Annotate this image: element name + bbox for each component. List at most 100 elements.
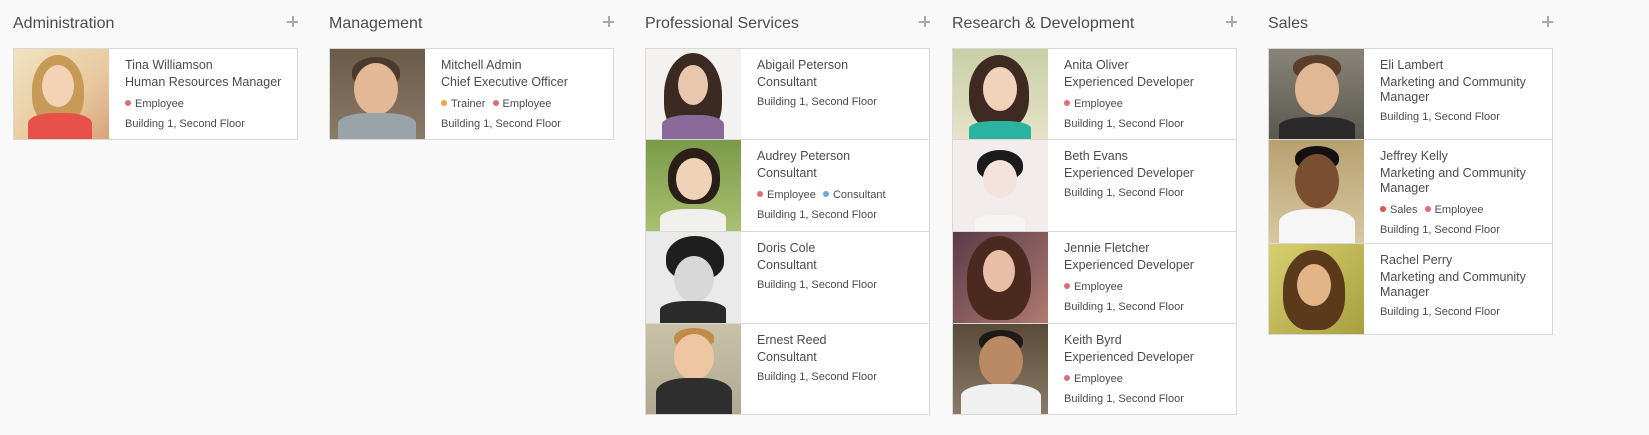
employee-tags: Employee bbox=[1064, 97, 1228, 111]
employee-info: Abigail Peterson Consultant Building 1, … bbox=[757, 57, 921, 109]
column-research-development: Research & Development Anita Oliver Expe… bbox=[952, 0, 1237, 415]
tag-dot bbox=[441, 100, 447, 106]
employee-info: Audrey Peterson Consultant Employee Cons… bbox=[757, 148, 921, 222]
tag-employee: Employee bbox=[1064, 280, 1123, 294]
column-title: Professional Services bbox=[645, 15, 799, 32]
column-header: Management bbox=[329, 0, 614, 48]
employee-card[interactable]: Tina Williamson Human Resources Manager … bbox=[13, 48, 298, 140]
employee-card[interactable]: Abigail Peterson Consultant Building 1, … bbox=[645, 48, 930, 140]
column-professional-services: Professional Services Abigail Peterson C… bbox=[645, 0, 930, 415]
employee-location: Building 1, Second Floor bbox=[1380, 224, 1500, 236]
plus-icon[interactable] bbox=[919, 16, 930, 27]
employee-location: Building 1, Second Floor bbox=[757, 279, 877, 291]
employee-card[interactable]: Doris Cole Consultant Building 1, Second… bbox=[645, 231, 930, 324]
employee-location: Building 1, Second Floor bbox=[757, 96, 877, 108]
employee-location: Building 1, Second Floor bbox=[1064, 187, 1184, 199]
employee-job: Consultant bbox=[757, 166, 817, 180]
employee-info: Jeffrey Kelly Marketing and Community Ma… bbox=[1380, 148, 1544, 237]
tag-sales: Sales bbox=[1380, 203, 1418, 217]
employee-name: Jennie Fletcher bbox=[1064, 241, 1150, 255]
column-sales: Sales Eli Lambert Marketing and Communit… bbox=[1268, 0, 1553, 335]
employee-name: Beth Evans bbox=[1064, 149, 1128, 163]
employee-tags: Employee Consultant bbox=[757, 188, 921, 202]
avatar bbox=[953, 324, 1048, 414]
employee-tags: Sales Employee bbox=[1380, 203, 1544, 217]
employee-location: Building 1, Second Floor bbox=[1064, 118, 1184, 130]
employee-job: Experienced Developer bbox=[1064, 258, 1194, 272]
tag-trainer: Trainer bbox=[441, 97, 485, 111]
employee-card[interactable]: Audrey Peterson Consultant Employee Cons… bbox=[645, 139, 930, 232]
column-header: Professional Services bbox=[645, 0, 930, 48]
plus-icon[interactable] bbox=[1226, 16, 1237, 27]
tag-dot bbox=[125, 100, 131, 106]
employee-name: Keith Byrd bbox=[1064, 333, 1122, 347]
employee-job: Consultant bbox=[757, 258, 817, 272]
employee-name: Ernest Reed bbox=[757, 333, 827, 347]
tag-dot bbox=[1064, 283, 1070, 289]
employee-tags: Employee bbox=[1064, 372, 1228, 386]
employee-info: Ernest Reed Consultant Building 1, Secon… bbox=[757, 332, 921, 384]
employee-job: Experienced Developer bbox=[1064, 166, 1194, 180]
employee-job: Experienced Developer bbox=[1064, 75, 1194, 89]
employee-card[interactable]: Beth Evans Experienced Developer Buildin… bbox=[952, 139, 1237, 232]
tag-dot bbox=[1424, 206, 1431, 212]
employee-job: Marketing and Community Manager bbox=[1380, 270, 1526, 299]
avatar bbox=[646, 49, 741, 139]
tag-dot bbox=[492, 100, 499, 106]
employee-location: Building 1, Second Floor bbox=[757, 371, 877, 383]
employee-name: Tina Williamson bbox=[125, 58, 213, 72]
avatar bbox=[330, 49, 425, 139]
avatar bbox=[1269, 49, 1364, 139]
column-management: Management Mitchell Admin Chief Executiv… bbox=[329, 0, 614, 140]
tag-dot bbox=[1064, 375, 1070, 381]
employee-card[interactable]: Jeffrey Kelly Marketing and Community Ma… bbox=[1268, 139, 1553, 244]
avatar bbox=[953, 49, 1048, 139]
employee-card[interactable]: Jennie Fletcher Experienced Developer Em… bbox=[952, 231, 1237, 324]
tag-employee: Employee bbox=[125, 97, 184, 111]
employee-card[interactable]: Keith Byrd Experienced Developer Employe… bbox=[952, 323, 1237, 415]
employee-info: Jennie Fletcher Experienced Developer Em… bbox=[1064, 240, 1228, 314]
employee-name: Abigail Peterson bbox=[757, 58, 849, 72]
employee-job: Experienced Developer bbox=[1064, 350, 1194, 364]
avatar bbox=[14, 49, 109, 139]
employee-card[interactable]: Anita Oliver Experienced Developer Emplo… bbox=[952, 48, 1237, 140]
employee-name: Rachel Perry bbox=[1380, 253, 1453, 267]
employee-info: Beth Evans Experienced Developer Buildin… bbox=[1064, 148, 1228, 200]
employee-info: Doris Cole Consultant Building 1, Second… bbox=[757, 240, 921, 292]
employee-card[interactable]: Eli Lambert Marketing and Community Mana… bbox=[1268, 48, 1553, 140]
employee-location: Building 1, Second Floor bbox=[1064, 301, 1184, 313]
tag-employee: Employee bbox=[492, 97, 551, 111]
employee-tags: Employee bbox=[1064, 280, 1228, 294]
plus-icon[interactable] bbox=[287, 16, 298, 27]
employee-location: Building 1, Second Floor bbox=[125, 118, 245, 130]
employee-name: Eli Lambert bbox=[1380, 58, 1444, 72]
plus-icon[interactable] bbox=[603, 16, 614, 27]
avatar bbox=[646, 232, 741, 323]
tag-dot bbox=[822, 191, 829, 197]
employee-job: Consultant bbox=[757, 350, 817, 364]
employee-card[interactable]: Ernest Reed Consultant Building 1, Secon… bbox=[645, 323, 930, 415]
employee-tags: Trainer Employee bbox=[441, 97, 605, 111]
employee-name: Doris Cole bbox=[757, 241, 816, 255]
column-header: Research & Development bbox=[952, 0, 1237, 48]
employee-info: Eli Lambert Marketing and Community Mana… bbox=[1380, 57, 1544, 124]
employee-job: Consultant bbox=[757, 75, 817, 89]
employee-location: Building 1, Second Floor bbox=[757, 209, 877, 221]
column-title: Research & Development bbox=[952, 15, 1135, 32]
tag-employee: Employee bbox=[1424, 203, 1484, 217]
avatar bbox=[1269, 244, 1364, 334]
employee-name: Anita Oliver bbox=[1064, 58, 1129, 72]
employee-card[interactable]: Rachel Perry Marketing and Community Man… bbox=[1268, 243, 1553, 335]
employee-card[interactable]: Mitchell Admin Chief Executive Officer T… bbox=[329, 48, 614, 140]
plus-icon[interactable] bbox=[1542, 16, 1553, 27]
employee-location: Building 1, Second Floor bbox=[1380, 306, 1500, 318]
employee-name: Mitchell Admin bbox=[441, 58, 522, 72]
employee-job: Marketing and Community Manager bbox=[1380, 75, 1526, 104]
employee-info: Mitchell Admin Chief Executive Officer T… bbox=[441, 57, 605, 131]
tag-employee: Employee bbox=[1064, 372, 1123, 386]
employee-location: Building 1, Second Floor bbox=[1064, 393, 1184, 405]
employee-info: Rachel Perry Marketing and Community Man… bbox=[1380, 252, 1544, 319]
tag-dot bbox=[1064, 100, 1070, 106]
column-administration: Administration Tina Williamson Human Res… bbox=[13, 0, 298, 140]
employee-name: Audrey Peterson bbox=[757, 149, 851, 163]
